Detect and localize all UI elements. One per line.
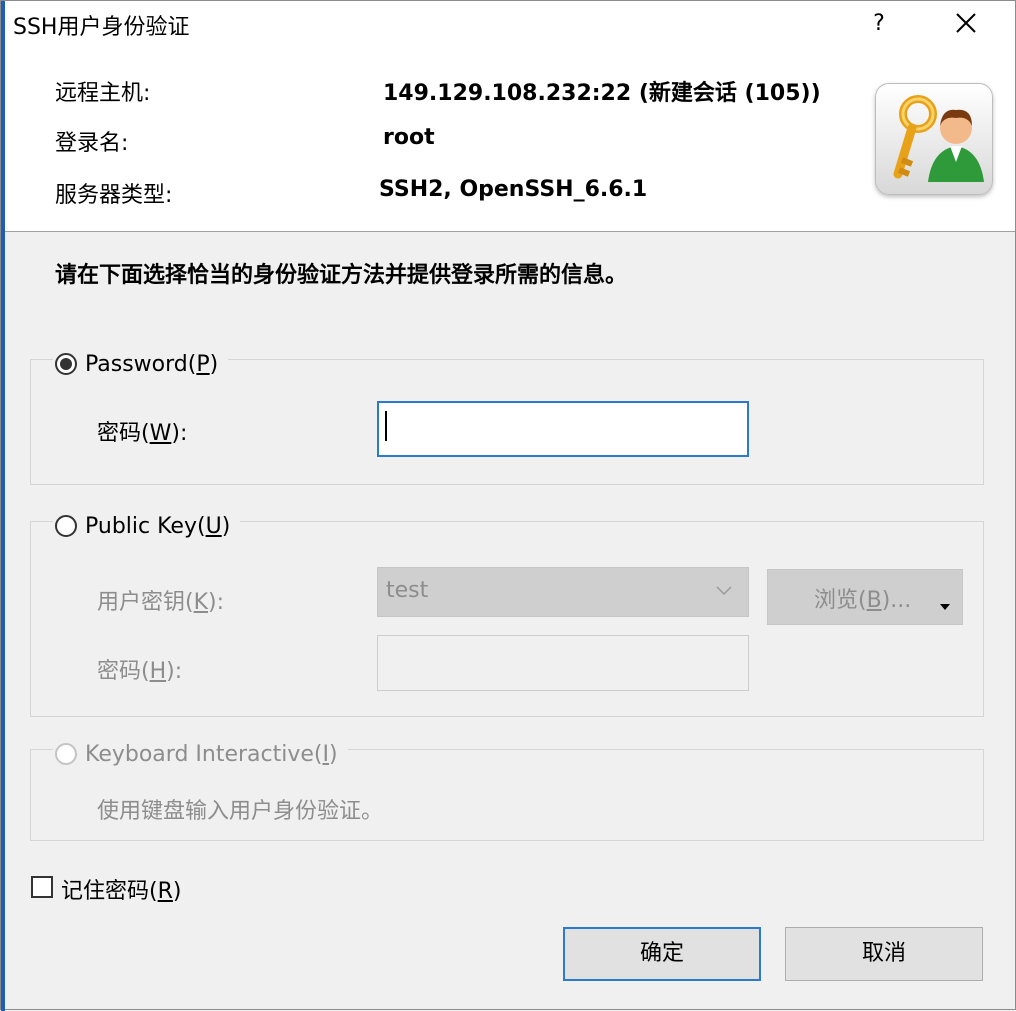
user-key-mnemonic: K	[193, 590, 209, 615]
password-input[interactable]	[377, 401, 749, 457]
dropdown-arrow-icon[interactable]	[940, 604, 950, 610]
window-title: SSH用户身份验证	[13, 15, 190, 40]
user-key-selected-value: test	[386, 578, 429, 603]
session-info-panel: 远程主机: 149.129.108.232:22 (新建会话 (105)) 登录…	[5, 47, 1015, 232]
password-field-label: 密码(W):	[97, 415, 187, 447]
keyboard-interactive-radio[interactable]	[55, 743, 77, 765]
keyboard-interactive-label-end: )	[329, 741, 338, 767]
password-radio[interactable]	[55, 353, 77, 375]
user-key-label: 用户密钥(K):	[97, 584, 224, 616]
key-user-icon	[875, 83, 993, 195]
passphrase-input[interactable]	[377, 635, 749, 691]
password-radio-label-end: )	[209, 351, 219, 377]
login-name-label: 登录名:	[55, 131, 129, 156]
user-key-label-text: 用户密钥(	[97, 590, 194, 615]
instruction-text: 请在下面选择恰当的身份验证方法并提供登录所需的信息。	[55, 263, 628, 288]
passphrase-label-text: 密码(	[97, 659, 150, 684]
remote-host-value: 149.129.108.232:22 (新建会话 (105))	[383, 81, 821, 106]
remember-password-label-text: 记住密码(	[61, 879, 158, 904]
remote-host-label: 远程主机:	[55, 81, 151, 106]
public-key-radio-label-end: )	[221, 513, 231, 539]
public-key-radio-mnemonic: U	[205, 513, 222, 539]
passphrase-mnemonic: H	[149, 659, 167, 684]
user-key-label-end: ):	[208, 590, 225, 615]
ok-button[interactable]: 确定	[563, 927, 761, 981]
public-key-radio-option[interactable]: Public Key(U)	[53, 511, 241, 541]
browse-label-end: )...	[881, 588, 912, 613]
cancel-button[interactable]: 取消	[785, 927, 983, 981]
server-type-value: SSH2, OpenSSH_6.6.1	[379, 177, 648, 202]
password-field-label-text: 密码(	[97, 421, 150, 446]
keyboard-interactive-label: Keyboard Interactive(	[85, 741, 323, 767]
remember-password-mnemonic: R	[157, 879, 173, 904]
keyboard-interactive-radio-option[interactable]: Keyboard Interactive(I)	[53, 739, 348, 769]
close-button[interactable]	[935, 1, 997, 47]
text-caret	[385, 411, 387, 441]
password-radio-option[interactable]: Password(P)	[53, 349, 229, 379]
browse-label-text: 浏览(	[814, 588, 867, 613]
password-radio-label: Password(	[85, 351, 197, 377]
login-name-value: root	[383, 125, 435, 150]
keyboard-interactive-description: 使用键盘输入用户身份验证。	[97, 799, 384, 824]
remember-password-checkbox[interactable]	[31, 876, 53, 898]
browse-mnemonic: B	[866, 588, 882, 613]
browse-label: 浏览(B)...	[814, 582, 911, 614]
browse-button[interactable]: 浏览(B)...	[767, 569, 963, 625]
title-bar: SSH用户身份验证 ?	[5, 1, 1015, 47]
server-type-label: 服务器类型:	[55, 183, 173, 208]
password-field-label-end: ):	[171, 421, 188, 446]
remember-password-label[interactable]: 记住密码(R)	[61, 873, 181, 905]
ssh-auth-dialog: SSH用户身份验证 ? 远程主机: 149.129.108.232:22 (新建…	[0, 0, 1016, 1011]
remember-password-label-end: )	[172, 879, 182, 904]
user-key-select[interactable]: test	[377, 567, 749, 617]
password-radio-mnemonic: P	[196, 351, 210, 377]
chevron-down-icon	[716, 586, 732, 596]
passphrase-label: 密码(H):	[97, 653, 182, 685]
public-key-radio-label: Public Key(	[85, 513, 206, 539]
public-key-radio[interactable]	[55, 515, 77, 537]
help-button[interactable]: ?	[851, 1, 907, 47]
close-icon	[956, 13, 976, 33]
passphrase-label-end: ):	[166, 659, 183, 684]
password-field-mnemonic: W	[149, 421, 172, 446]
